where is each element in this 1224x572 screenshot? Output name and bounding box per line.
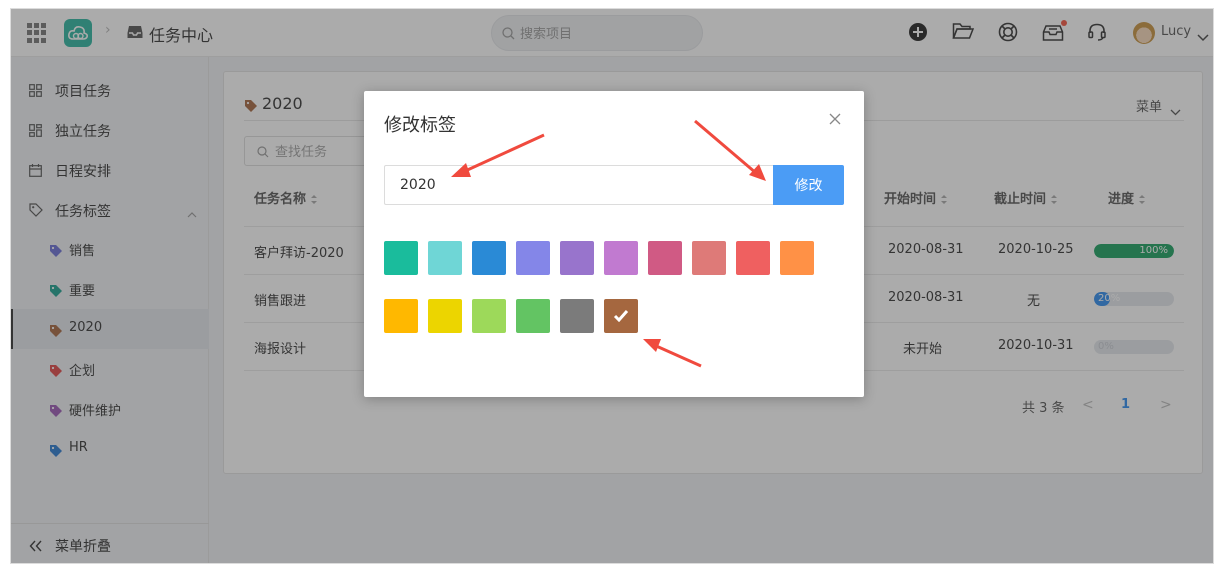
color-swatch[interactable] [516, 241, 550, 275]
app-window: › 任务中心 Lucy [10, 8, 1214, 564]
tag-name-input[interactable] [384, 165, 774, 205]
color-swatch[interactable] [428, 299, 462, 333]
color-swatch[interactable] [560, 299, 594, 333]
color-swatch[interactable] [472, 299, 506, 333]
color-swatch[interactable] [472, 241, 506, 275]
check-icon [613, 310, 629, 322]
color-swatch[interactable] [516, 299, 550, 333]
color-swatch[interactable] [648, 241, 682, 275]
modal-title: 修改标签 [384, 115, 456, 136]
color-swatch[interactable] [384, 241, 418, 275]
edit-tag-modal: 修改标签 修改 [364, 91, 864, 397]
color-swatch[interactable] [428, 241, 462, 275]
color-swatch[interactable] [604, 241, 638, 275]
color-swatch[interactable] [384, 299, 418, 333]
color-swatch[interactable] [736, 241, 770, 275]
modify-button[interactable]: 修改 [773, 165, 844, 205]
color-swatch[interactable] [560, 241, 594, 275]
close-icon[interactable] [828, 111, 844, 127]
color-swatch[interactable] [604, 299, 638, 333]
color-swatch[interactable] [780, 241, 814, 275]
color-swatch[interactable] [692, 241, 726, 275]
